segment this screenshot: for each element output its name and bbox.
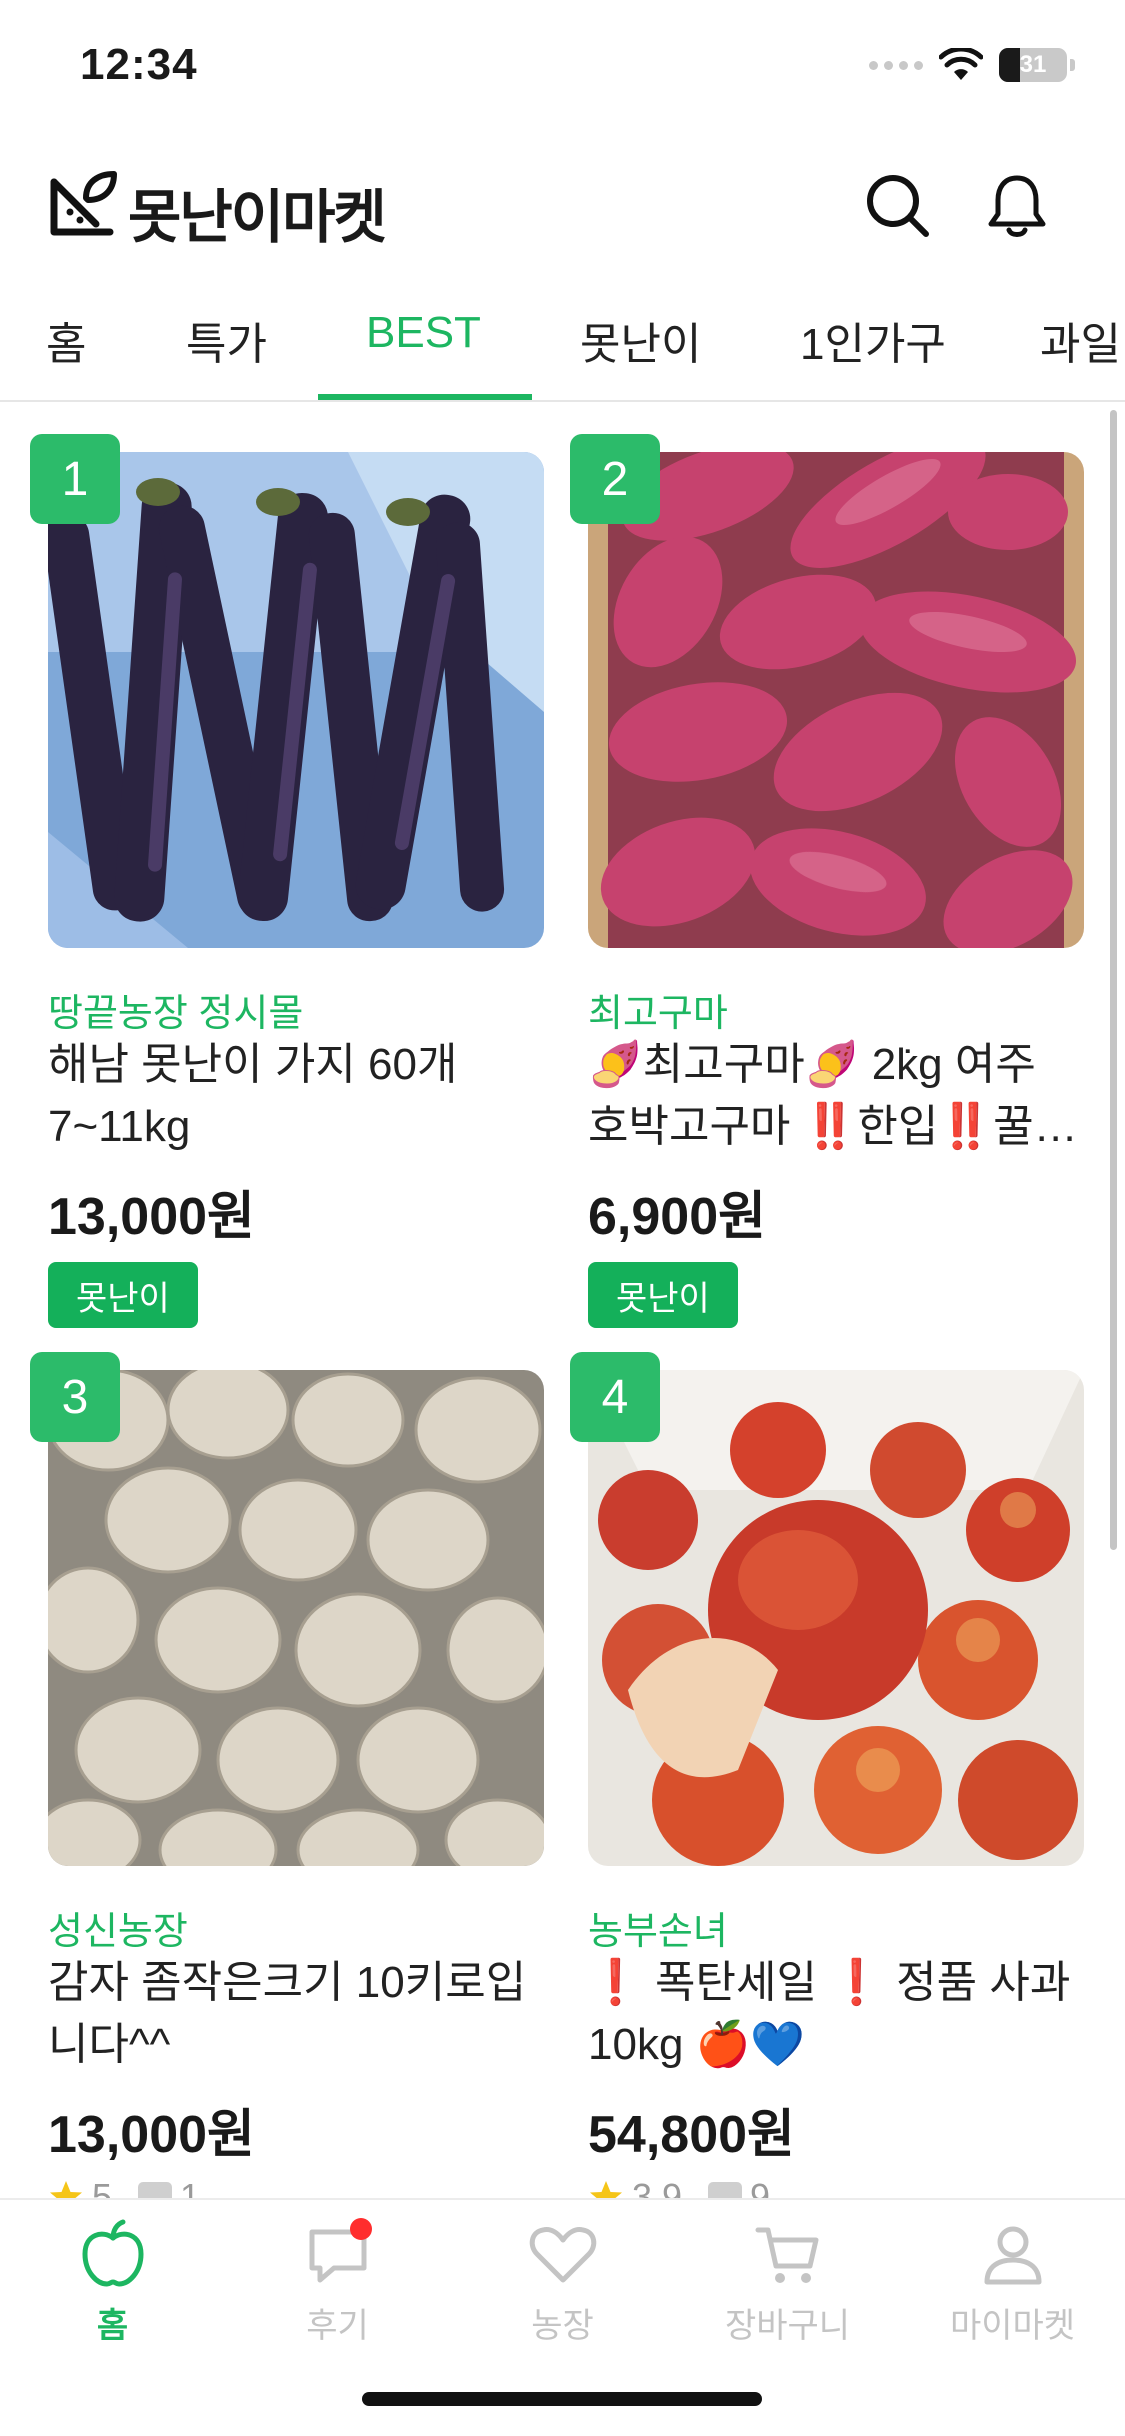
nav-reviews[interactable]: 후기 bbox=[225, 2218, 450, 2347]
wifi-icon bbox=[939, 48, 983, 80]
product-title[interactable]: 해남 못난이 가지 60개 7~11kg bbox=[48, 1034, 544, 1158]
heart-icon bbox=[529, 2227, 596, 2283]
category-tabs: 홈 특가 BEST 못난이 1인가구 과일 bbox=[0, 290, 1125, 402]
nav-label: 후기 bbox=[306, 2307, 369, 2345]
cart-icon bbox=[755, 2227, 818, 2283]
rank-badge: 3 bbox=[30, 1352, 120, 1442]
farm-name[interactable]: 성신농장 bbox=[48, 1900, 188, 1955]
apple-icon bbox=[82, 2219, 143, 2287]
product-card[interactable]: 3 성신농장 감자 좀작은크기 10키로입니다^^ 13,000원 5 1 bbox=[30, 1352, 544, 2230]
nav-home[interactable]: 홈 bbox=[0, 2218, 225, 2347]
person-icon bbox=[984, 2226, 1041, 2285]
product-price: 13,000원 bbox=[48, 2106, 255, 2164]
status-bar: 12:34 31 bbox=[0, 0, 1125, 132]
tab-home[interactable]: 홈 bbox=[46, 308, 86, 372]
product-title[interactable]: 🍠최고구마🍠 2k̇g 여주 호박고구마 ‼️한입‼️꿀고구마 bbox=[588, 1034, 1084, 1158]
product-card[interactable]: 1 땅끝농장 정시몰 해남 못난이 가지 60개 7~11kg 13,000원 … bbox=[30, 434, 544, 1352]
nav-label: 장바구니 bbox=[724, 2307, 851, 2345]
nav-my-market[interactable]: 마이마켓 bbox=[900, 2218, 1125, 2347]
home-indicator bbox=[362, 2392, 762, 2406]
chat-bubble-icon bbox=[302, 2218, 374, 2290]
product-tag: 못난이 bbox=[48, 1262, 198, 1328]
tab-fruit[interactable]: 과일 bbox=[1040, 308, 1121, 372]
product-image[interactable] bbox=[48, 452, 544, 948]
farm-name[interactable]: 땅끝농장 정시몰 bbox=[48, 982, 303, 1037]
nav-farm[interactable]: 농장 bbox=[450, 2218, 675, 2347]
farm-name[interactable]: 농부손녀 bbox=[588, 1900, 728, 1955]
logo-icon bbox=[50, 171, 117, 236]
rank-badge: 2 bbox=[570, 434, 660, 524]
product-image[interactable] bbox=[588, 452, 1084, 948]
product-tag: 못난이 bbox=[588, 1262, 738, 1328]
app-header: 못난이마켓 bbox=[0, 150, 1125, 260]
tab-single-household[interactable]: 1인가구 bbox=[800, 308, 946, 372]
farm-name[interactable]: 최고구마 bbox=[588, 982, 728, 1037]
product-image[interactable] bbox=[588, 1370, 1084, 1866]
product-image[interactable] bbox=[48, 1370, 544, 1866]
product-price: 54,800원 bbox=[588, 2106, 795, 2164]
rank-badge: 4 bbox=[570, 1352, 660, 1442]
product-title[interactable]: 감자 좀작은크기 10키로입니다^^ bbox=[48, 1952, 544, 2076]
nav-label: 농장 bbox=[531, 2307, 594, 2345]
status-indicators: 31 bbox=[869, 48, 1075, 82]
app-title: 못난이마켓 bbox=[128, 185, 387, 250]
active-tab-indicator bbox=[318, 394, 532, 400]
status-time: 12:34 bbox=[80, 40, 198, 89]
rank-badge: 1 bbox=[30, 434, 120, 524]
tab-best[interactable]: BEST bbox=[366, 308, 481, 358]
nav-label: 홈 bbox=[96, 2307, 129, 2345]
product-card[interactable]: 2 최고구마 🍠최고구마🍠 2k̇g 여주 호박고구마 ‼️한입‼️꿀고구마 6… bbox=[570, 434, 1084, 1352]
scrollbar[interactable] bbox=[1110, 410, 1117, 1550]
tab-ugly[interactable]: 못난이 bbox=[580, 308, 701, 372]
battery-icon: 31 bbox=[999, 48, 1075, 82]
nav-label: 마이마켓 bbox=[949, 2307, 1076, 2345]
cellular-signal-icon bbox=[869, 60, 923, 70]
product-card[interactable]: 4 농부손녀 ❗ 폭탄세일 ❗ 정품 사과 10kg 🍎💙 54,800원 3.… bbox=[570, 1352, 1084, 2230]
product-price: 13,000원 bbox=[48, 1188, 255, 1246]
battery-percent: 31 bbox=[1019, 51, 1047, 78]
nav-cart[interactable]: 장바구니 bbox=[675, 2218, 900, 2347]
search-icon[interactable] bbox=[862, 170, 932, 240]
tab-special[interactable]: 특가 bbox=[186, 308, 267, 372]
product-price: 6,900원 bbox=[588, 1188, 766, 1246]
notification-badge bbox=[349, 2218, 372, 2240]
bell-icon[interactable] bbox=[982, 170, 1052, 240]
product-title[interactable]: ❗ 폭탄세일 ❗ 정품 사과 10kg 🍎💙 bbox=[588, 1952, 1084, 2076]
